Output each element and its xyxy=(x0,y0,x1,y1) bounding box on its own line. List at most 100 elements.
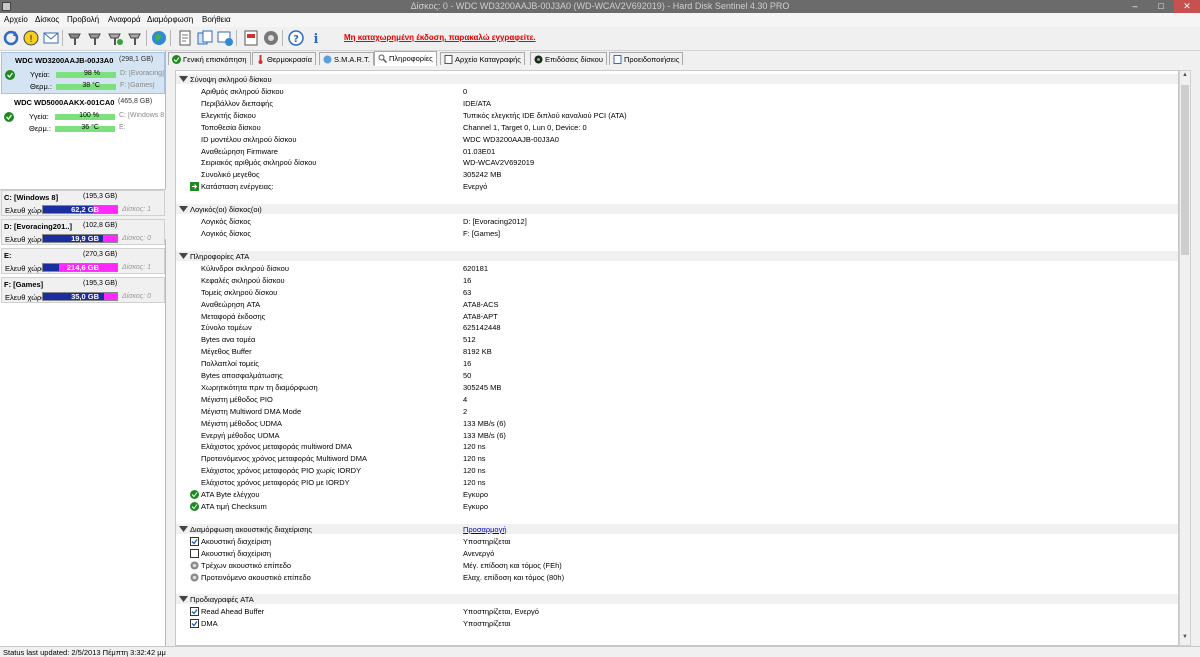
partition-item[interactable]: C: [Windows 8] (195,3 GB) Ελευθ χώρος 62… xyxy=(1,190,165,216)
info-value: 120 ns xyxy=(463,454,486,464)
collapse-arrow-icon[interactable] xyxy=(179,596,188,603)
disk-test-2-icon[interactable] xyxy=(86,29,104,47)
info-value: 16 xyxy=(463,275,472,285)
section-header[interactable]: Προδιαγραφές ATA xyxy=(176,594,1178,605)
menu-view[interactable]: Προβολή xyxy=(67,15,99,24)
disk-test-icon[interactable] xyxy=(66,29,84,47)
title-bar: Δίσκος: 0 - WDC WD3200AAJB-00J3A0 (WD-WC… xyxy=(0,0,1200,13)
refresh-icon[interactable] xyxy=(2,29,20,47)
report-2-icon[interactable] xyxy=(242,29,260,47)
info-row: DMA Υποστηρίζεται xyxy=(176,618,1178,630)
partition-item[interactable]: F: [Games] (195,3 GB) Ελευθ χώρος 35,0 G… xyxy=(1,277,165,303)
info-row: Αριθμός σκληρού δίσκου 0 xyxy=(176,86,1178,98)
maximize-button[interactable]: □ xyxy=(1148,0,1174,13)
registration-notice-link[interactable]: Μη καταχωρημένη έκδοση, παρακαλώ εγγραφε… xyxy=(344,33,536,42)
info-value: Channel 1, Target 0, Lun 0, Device: 0 xyxy=(463,122,587,132)
send-report-icon[interactable] xyxy=(216,29,234,47)
section-value-link[interactable]: Προσαρμογή xyxy=(463,525,507,534)
health-label: Υγεία: xyxy=(30,70,50,79)
tab-log[interactable]: Αρχείο Καταγραφής xyxy=(440,52,525,65)
info-row: ATA Byte ελέγχου Εγκυρο xyxy=(176,489,1178,501)
info-row: Σειριακός αριθμός σκληρού δίσκου WD-WCAV2… xyxy=(176,157,1178,169)
settings-icon[interactable] xyxy=(262,29,280,47)
copy-icon[interactable] xyxy=(196,29,214,47)
collapse-arrow-icon[interactable] xyxy=(179,206,188,213)
disk-volume: F: [Games] xyxy=(120,82,155,89)
section-header[interactable]: Διαμόρφωση ακουστικής διαχείρισης Προσαρμ… xyxy=(176,523,1178,534)
information-panel: Σύνοψη σκληρού δίσκου Αριθμός σκληρού δίσ… xyxy=(175,70,1179,646)
warning-icon[interactable]: ! xyxy=(22,29,40,47)
partition-item[interactable]: E: (270,3 GB) Ελευθ χώρος 214,6 GB Δίσκο… xyxy=(1,248,165,274)
info-value: 63 xyxy=(463,287,472,297)
checkbox-checked-icon[interactable] xyxy=(190,619,199,629)
disk-item-1[interactable]: WDC WD5000AAKX-001CA0 (465,8 GB) Υγεία: … xyxy=(1,95,165,137)
tab-smart[interactable]: S.M.A.R.T. xyxy=(319,52,374,65)
tab-performance[interactable]: Επιδόσεις δίσκου xyxy=(530,52,607,65)
partition-name: F: [Games] xyxy=(4,280,44,289)
tab-temperature[interactable]: Θερμοκρασία xyxy=(252,52,316,65)
menu-configuration[interactable]: Διαμόρφωση xyxy=(147,15,193,24)
info-value: F: [Games] xyxy=(463,229,501,238)
tab-overview[interactable]: Γενική επισκόπηση xyxy=(168,52,251,65)
section-header[interactable]: Λογικός(οι) δίσκος(οι) xyxy=(176,204,1178,215)
section-header[interactable]: Πληροφορίες ATA xyxy=(176,250,1178,261)
alert-page-icon xyxy=(613,55,622,64)
info-row: Προτεινόμενος χρόνος μεταφοράς Multiword… xyxy=(176,453,1178,465)
disk-name: WDC WD5000AAKX-001CA0 xyxy=(14,98,115,107)
svg-text:!: ! xyxy=(29,34,33,45)
info-key: Λογικός δίσκος xyxy=(201,229,252,238)
collapse-arrow-icon[interactable] xyxy=(179,76,188,82)
scroll-up-arrow-icon[interactable]: ▲ xyxy=(1180,72,1190,82)
free-space-bar: 62,2 GB xyxy=(42,205,118,214)
info-key: Περιβάλλον διεπαφής xyxy=(201,98,273,108)
disk-test-4-icon[interactable] xyxy=(126,29,144,47)
svg-text:i: i xyxy=(314,32,319,47)
tab-label: S.M.A.R.T. xyxy=(334,55,370,64)
menu-file[interactable]: Αρχείο xyxy=(4,15,28,24)
vertical-scrollbar[interactable]: ▲ ▼ xyxy=(1179,70,1191,646)
temperature-value: 38 °C xyxy=(82,82,100,89)
collapse-arrow-icon[interactable] xyxy=(179,252,188,259)
tab-alerts[interactable]: Προειδοποιήσεις xyxy=(609,52,684,65)
info-key: ATA Byte ελέγχου xyxy=(201,490,260,499)
scroll-thumb[interactable] xyxy=(1181,85,1189,255)
menu-report[interactable]: Αναφορά xyxy=(108,15,141,24)
checkbox-checked-icon[interactable] xyxy=(190,607,199,617)
info-key: Αριθμός σκληρού δίσκου xyxy=(201,87,284,96)
info-key: Μέγεθος Buffer xyxy=(201,347,252,357)
info-key: Προτεινόμενος χρόνος μεταφοράς Multiword… xyxy=(201,454,367,464)
info-key: Κεφαλές σκληρού δίσκου xyxy=(201,275,285,285)
info-row: Μέγιστη μέθοδος PIO 4 xyxy=(176,394,1178,406)
section-header[interactable]: Σύνοψη σκληρού δίσκου xyxy=(176,74,1178,84)
minimize-button[interactable]: – xyxy=(1122,0,1148,13)
menu-disk[interactable]: Δίσκος xyxy=(35,15,59,24)
info-value: 305242 MB xyxy=(463,170,502,180)
info-icon[interactable]: i xyxy=(307,29,325,47)
info-row: Κύλινδροι σκληρού δίσκου 620181 xyxy=(176,263,1178,275)
info-value: 625142448 xyxy=(463,323,501,333)
scroll-down-arrow-icon[interactable]: ▼ xyxy=(1180,634,1190,644)
close-button[interactable]: ✕ xyxy=(1174,0,1200,13)
disk-test-3-icon[interactable] xyxy=(106,29,124,47)
info-value: 305245 MB xyxy=(463,382,502,392)
partition-item[interactable]: D: [Evoracing201..] (102,8 GB) Ελευθ χώρ… xyxy=(1,219,165,245)
toolbar-separator xyxy=(146,30,147,46)
green-arrow-icon xyxy=(190,182,199,192)
info-value: 133 MB/s (6) xyxy=(463,430,506,440)
report-icon[interactable] xyxy=(176,29,194,47)
globe-icon[interactable] xyxy=(150,29,168,47)
help-icon[interactable]: ? xyxy=(287,29,305,47)
mail-icon[interactable] xyxy=(42,29,60,47)
info-row: Χωρητικότητα πριν τη διαμόρφωση 305245 MB xyxy=(176,382,1178,394)
info-value: D: [Evoracing2012] xyxy=(463,217,527,227)
disk-item-0[interactable]: WDC WD3200AAJB-00J3A0 (298,1 GB) Υγεία: … xyxy=(1,52,165,94)
toolbar-separator xyxy=(282,30,283,46)
checkbox-checked-icon[interactable] xyxy=(190,536,199,546)
partition-size: (195,3 GB) xyxy=(83,193,118,200)
tab-label: Θερμοκρασία xyxy=(267,55,312,64)
tab-information[interactable]: Πληροφορίες xyxy=(374,51,437,66)
menu-help[interactable]: Βοήθεια xyxy=(202,15,231,24)
info-row: Τρέχων ακουστικό επίπεδο Μέγ. επίδοση και… xyxy=(176,560,1178,572)
checkbox-unchecked-icon[interactable] xyxy=(190,548,199,558)
toolbar-separator xyxy=(62,30,63,46)
